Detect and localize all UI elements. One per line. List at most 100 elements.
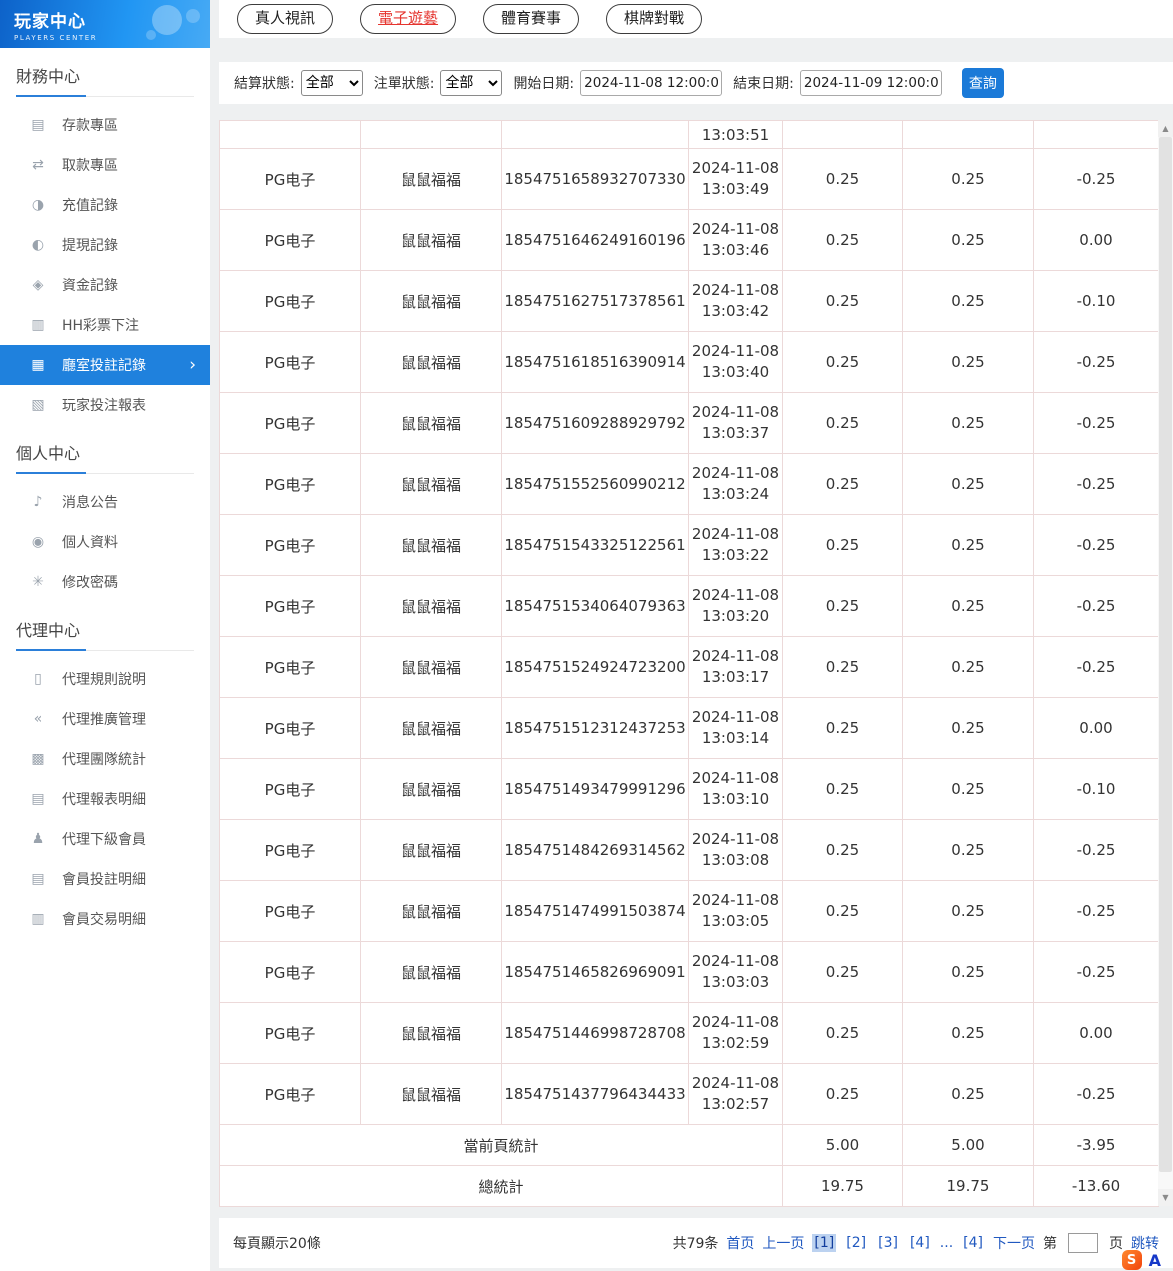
cell-game: 鼠鼠福福 [361,759,502,820]
cell-win-loss: -0.25 [1034,454,1159,515]
cell-platform: PG电子 [220,820,361,881]
table-row: PG电子鼠鼠福福18547514658269690912024-11-0813:… [220,942,1159,1003]
sidebar-item-withdraw-record[interactable]: ◐提現記錄 [0,225,210,265]
sidebar-item-lottery[interactable]: ▥HH彩票下注 [0,305,210,345]
page-size-text: 每頁顯示20條 [233,1233,321,1253]
bet-date: 2024-11-08 [691,463,780,484]
sidebar-item-members[interactable]: ♟代理下級會員 [0,819,210,859]
cell-valid-bet: 0.25 [903,942,1034,1003]
card-icon: ▤ [30,117,46,133]
settle-status-label: 結算狀態: [234,73,295,93]
sidebar-item-share[interactable]: «代理推廣管理 [0,699,210,739]
table-row: PG电子鼠鼠福福18547514842693145622024-11-0813:… [220,820,1159,881]
tab-電子遊藝[interactable]: 電子遊藝 [360,4,456,34]
sidebar-item-member-bets[interactable]: ▤會員投註明細 [0,859,210,899]
table-row-partial: 13:03:51 [220,121,1159,149]
sidebar-item-label: 代理規則說明 [62,669,146,689]
settle-status-select[interactable]: 全部 [301,70,363,96]
cell-order: 1854751446998728708 [502,1003,689,1064]
ime-mode-letter[interactable]: A [1149,1251,1161,1270]
cell-game: 鼠鼠福福 [361,454,502,515]
jump-page-input[interactable] [1068,1233,1098,1253]
bet-date: 2024-11-08 [691,585,780,606]
sidebar-item-team-stats[interactable]: ▩代理團隊統計 [0,739,210,779]
start-date-input[interactable] [580,70,722,96]
page-link[interactable]: [2] [844,1234,868,1252]
order-status-select[interactable]: 全部 [440,70,502,96]
bet-time: 13:03:22 [691,545,780,566]
sidebar-item-bell[interactable]: ♪消息公告 [0,482,210,522]
sidebar-item-label: 個人資料 [62,532,118,552]
cell-bet: 0.25 [783,454,903,515]
report-icon: ▧ [30,397,46,413]
cell-bet: 0.25 [783,149,903,210]
ime-logo-icon[interactable]: S [1122,1250,1142,1270]
sidebar-item-report-detail[interactable]: ▤代理報表明細 [0,779,210,819]
page-link[interactable]: [4] [961,1234,985,1252]
gear-icon: ✳ [30,574,46,590]
scroll-up-arrow[interactable]: ▲ [1158,120,1173,137]
cell-bet: 0.25 [783,332,903,393]
bet-time: 13:03:40 [691,362,780,383]
pager: 共79条 首页 上一页 [1][2][3][4]...[4] 下一页 第 页 跳… [673,1233,1159,1253]
table-row: PG电子鼠鼠福福18547514934799912962024-11-0813:… [220,759,1159,820]
game-category-tabbar: 真人視訊電子遊藝體育賽事棋牌對戰 [219,0,1173,38]
sidebar-item-funds[interactable]: ◈資金記錄 [0,265,210,305]
total-count-text: 共79条 [673,1233,719,1253]
cell-time: 2024-11-0813:03:14 [689,698,783,759]
cell-platform: PG电子 [220,210,361,271]
sidebar-item-recharge[interactable]: ◑充值記錄 [0,185,210,225]
bet-date: 2024-11-08 [691,768,780,789]
bet-date: 2024-11-08 [691,341,780,362]
sidebar-item-label: 修改密碼 [62,572,118,592]
scrollbar-thumb[interactable] [1159,137,1172,1172]
bet-time: 13:03:49 [691,179,780,200]
page-link-current[interactable]: [1] [812,1234,836,1252]
bet-records-table-wrap: 13:03:51 PG电子鼠鼠福福18547516589327073302024… [219,120,1173,1206]
cell-order: 1854751524924723200 [502,637,689,698]
next-page-link[interactable]: 下一页 [993,1233,1035,1253]
tab-真人視訊[interactable]: 真人視訊 [237,4,333,34]
table-row: PG电子鼠鼠福福18547514749915038742024-11-0813:… [220,881,1159,942]
cell-time: 2024-11-0813:03:20 [689,576,783,637]
scroll-down-arrow[interactable]: ▼ [1158,1189,1173,1206]
sidebar-item-report[interactable]: ▧玩家投注報表 [0,385,210,425]
bet-time: 13:03:08 [691,850,780,871]
sidebar-item-person[interactable]: ◉個人資料 [0,522,210,562]
cell-win-loss: -0.25 [1034,393,1159,454]
sidebar-item-member-trans[interactable]: ▥會員交易明細 [0,899,210,939]
prev-page-link[interactable]: 上一页 [762,1233,804,1253]
cell-valid-bet: 0.25 [903,393,1034,454]
sidebar-item-gear[interactable]: ✳ 修改密碼 [0,562,210,602]
sidebar-item-card[interactable]: ▤存款專區 [0,105,210,145]
end-date-input[interactable] [800,70,942,96]
sidebar-item-label: 代理團隊統計 [62,749,146,769]
cell-bet: 0.25 [783,698,903,759]
page-link[interactable]: [3] [876,1234,900,1252]
tab-體育賽事[interactable]: 體育賽事 [483,4,579,34]
sidebar-item-doc[interactable]: ▯ 代理規則說明 [0,659,210,699]
tab-棋牌對戰[interactable]: 棋牌對戰 [606,4,702,34]
decorative-bubble [146,30,156,40]
cell-time: 2024-11-0813:03:08 [689,820,783,881]
cell-time: 2024-11-0813:03:49 [689,149,783,210]
cell-order: 1854751512312437253 [502,698,689,759]
sidebar-item-transfer[interactable]: ⇄取款專區 [0,145,210,185]
doc-icon: ▯ [30,671,46,687]
cell-time: 2024-11-0813:03:42 [689,271,783,332]
search-button[interactable]: 查詢 [962,68,1004,98]
bet-records-table: 13:03:51 PG电子鼠鼠福福18547516589327073302024… [219,120,1159,1207]
pagination-bar: 每頁顯示20條 共79条 首页 上一页 [1][2][3][4]...[4] 下… [219,1218,1173,1268]
recharge-icon: ◑ [30,197,46,213]
sidebar-item-betting-record[interactable]: ▦廳室投註記錄› [0,345,210,385]
page-link[interactable]: [4] [908,1234,932,1252]
cell-win-loss: -0.25 [1034,942,1159,1003]
cell-game: 鼠鼠福福 [361,149,502,210]
cell-bet: 0.25 [783,1064,903,1125]
section-title-label: 財務中心 [16,63,86,97]
app-root: 玩家中心 PLAYERS CENTER 財務中心▤存款專區⇄取款專區◑充值記錄◐… [0,0,1173,1271]
first-page-link[interactable]: 首页 [726,1233,754,1253]
table-scrollbar[interactable]: ▲ ▼ [1158,120,1173,1206]
share-icon: « [30,711,46,727]
cell-bet: 0.25 [783,1003,903,1064]
